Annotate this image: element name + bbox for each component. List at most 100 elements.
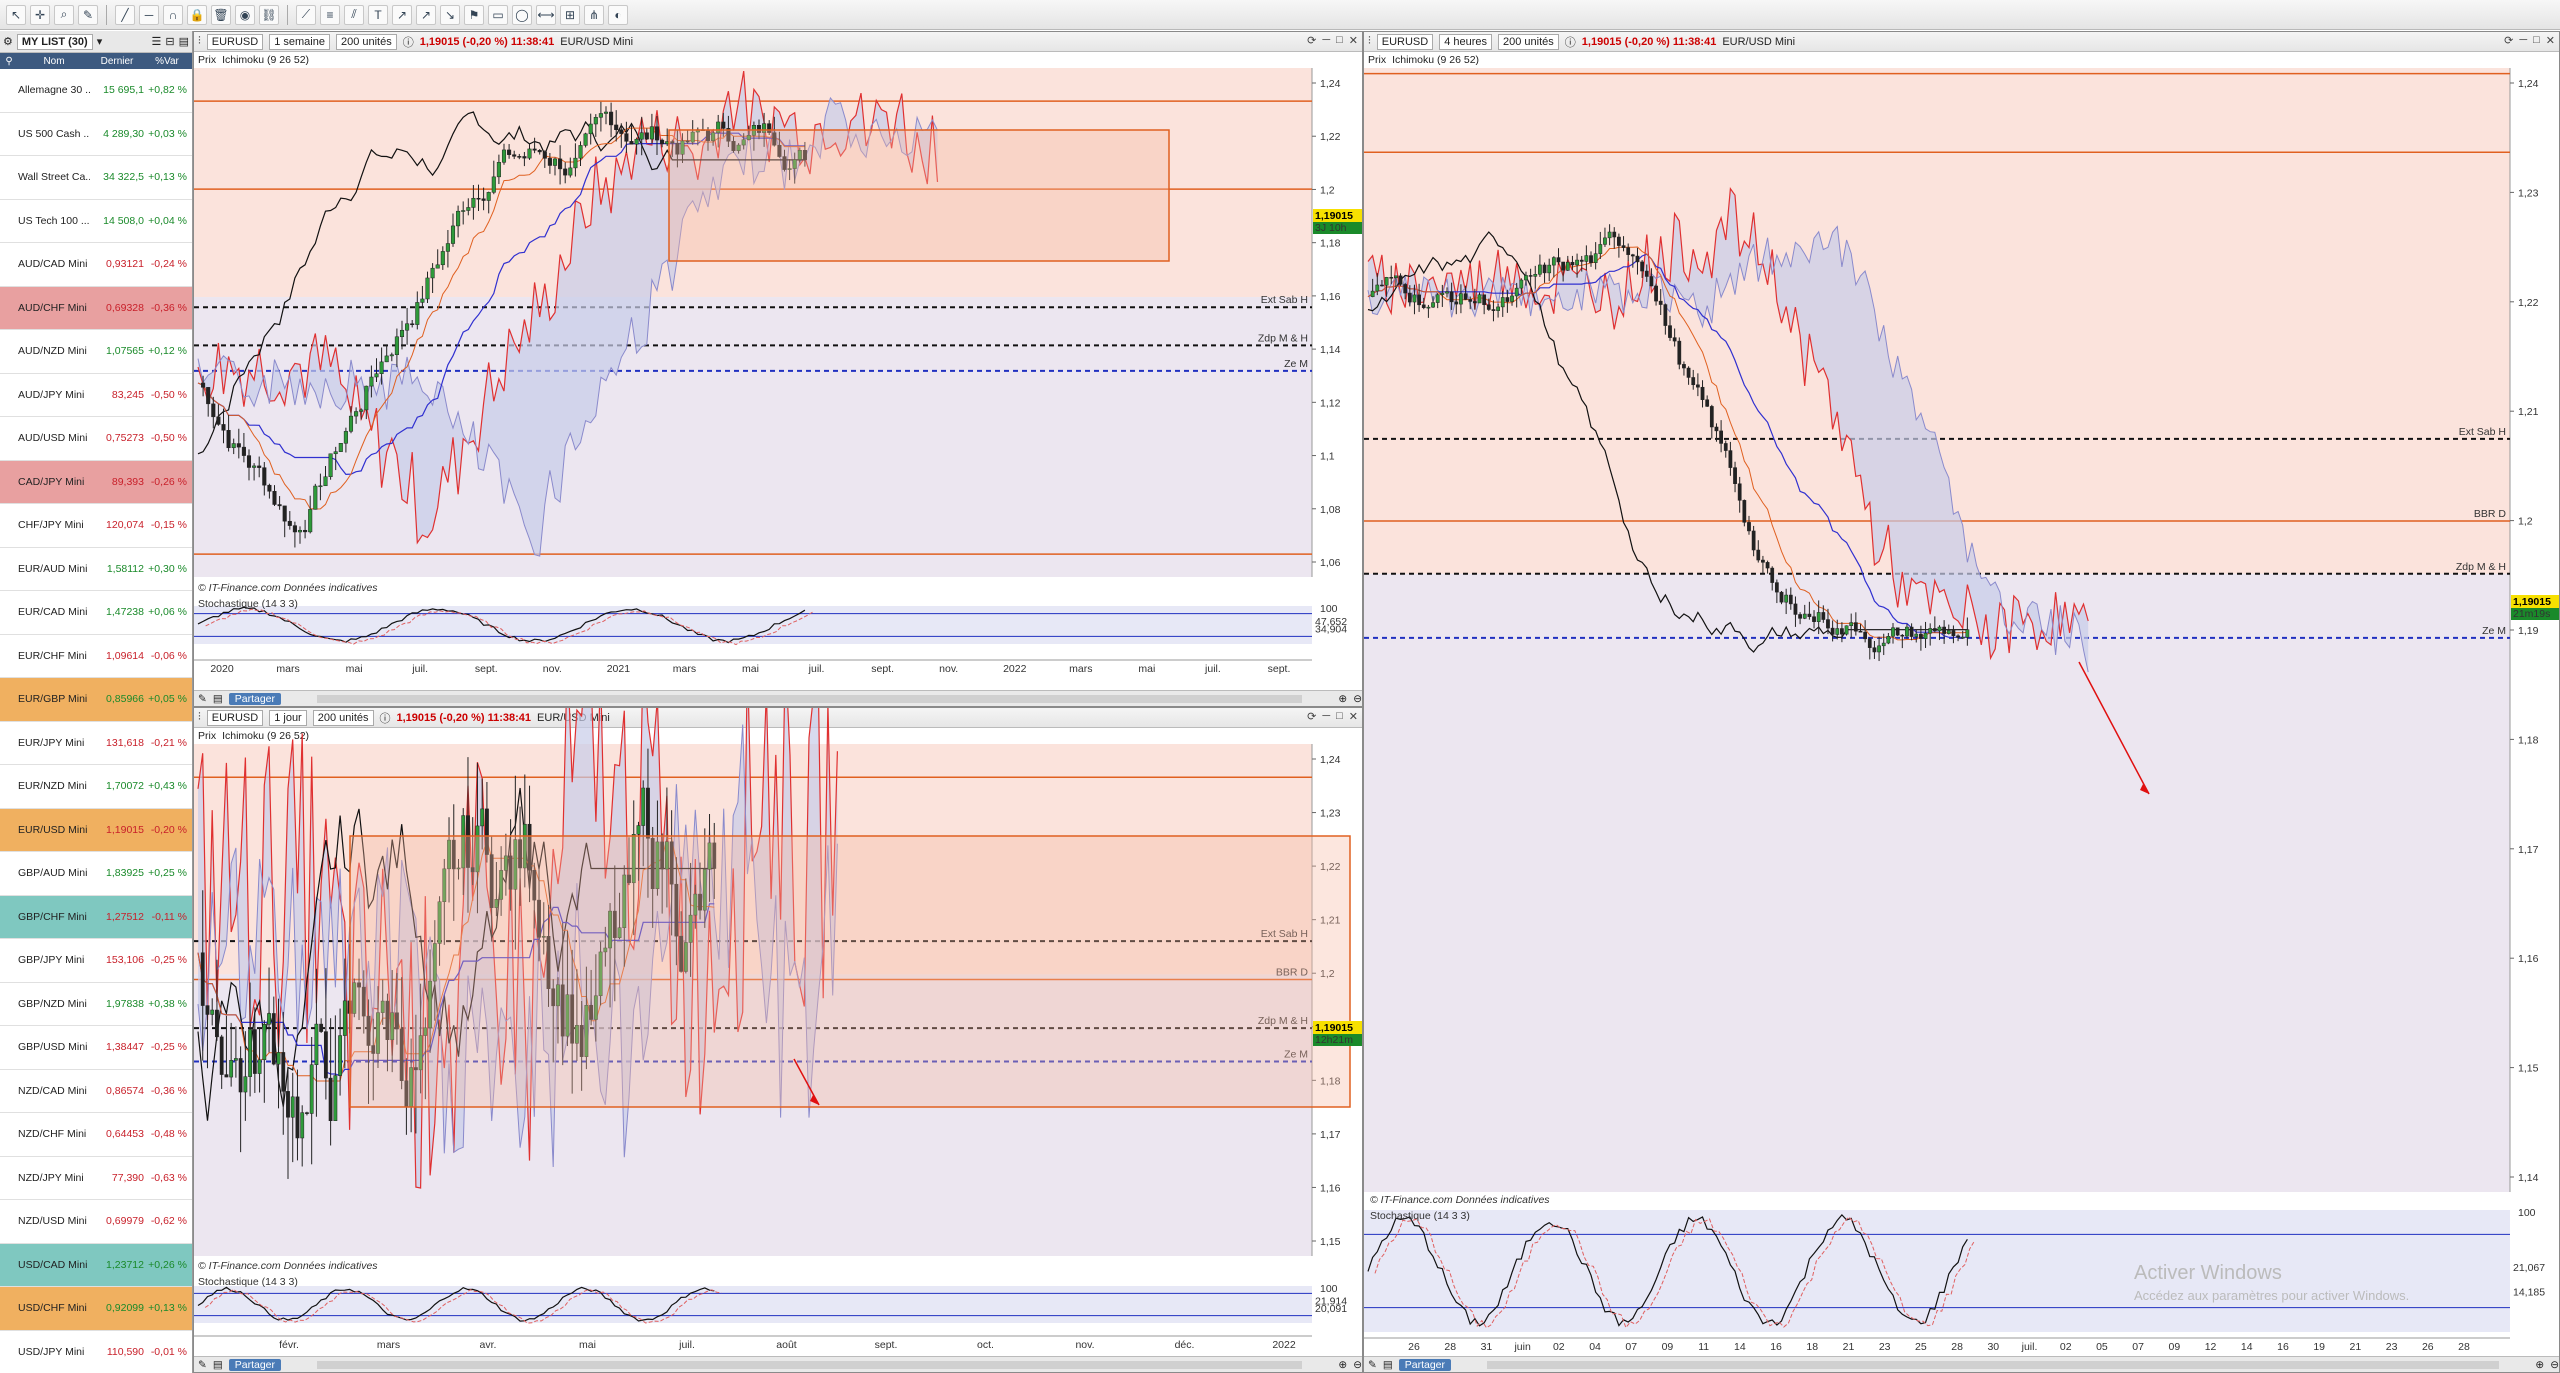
candle [1956, 635, 1960, 638]
watchlist-row[interactable]: AUD/USD Mini 0,75273 -0,50 % [0, 417, 192, 461]
watchlist-row[interactable]: EUR/NZD Mini 1,70072 +0,43 % [0, 765, 192, 809]
chart-pane-daily[interactable]: ⫶ EURUSD 1 jour 200 unités ⓘ 1,19015 (-0… [193, 707, 1363, 1373]
candle [262, 1024, 267, 1061]
x-tick-label: juil. [2021, 1341, 2038, 1353]
watchlist-row[interactable]: EUR/USD Mini 1,19015 -0,20 % [0, 808, 192, 852]
share-button[interactable]: Partager [228, 692, 282, 705]
measure-icon[interactable]: ⟷ [536, 4, 556, 25]
chevron-down-icon[interactable]: ▾ [97, 35, 103, 48]
watchlist-row[interactable]: GBP/NZD Mini 1,97838 +0,38 % [0, 983, 192, 1026]
candle [1617, 236, 1621, 246]
chart-pane-h4[interactable]: ⫶ EURUSD 4 heures 200 unités ⓘ 1,19015 (… [1363, 31, 2560, 1373]
watchlist-row[interactable]: GBP/USD Mini 1,38447 -0,25 % [0, 1026, 192, 1070]
watchlist-row[interactable]: AUD/CAD Mini 0,93121 -0,24 % [0, 243, 192, 287]
x-tick-label: 14 [2241, 1341, 2253, 1353]
symbol-name: CAD/JPY Mini [18, 475, 85, 488]
text-tool-icon[interactable]: T [368, 4, 388, 25]
zoom-out-icon[interactable]: ⊖ [1353, 693, 1362, 705]
magnet-icon[interactable]: ∩ [163, 4, 183, 25]
chain-icon[interactable]: ⛓ [259, 4, 279, 25]
hline-tool-icon[interactable]: ─ [139, 4, 159, 25]
eye-icon[interactable]: ◉ [235, 4, 255, 25]
delete-icon[interactable]: 🗑 [211, 4, 231, 25]
pencil-icon[interactable]: ✎ [78, 4, 98, 25]
candle [219, 1036, 224, 1075]
watchlist-row[interactable]: GBP/CHF Mini 1,27512 -0,11 % [0, 895, 192, 939]
change-percent: +0,30 % [148, 562, 187, 575]
zoom-icon[interactable]: ⌕ [54, 4, 74, 25]
pin-icon[interactable]: ⊟ [165, 35, 174, 48]
x-tick-label: juin [1513, 1341, 1531, 1353]
watchlist-row[interactable]: EUR/AUD Mini 1,58112 +0,30 % [0, 548, 192, 591]
pitchfork-icon[interactable]: ⋔ [584, 4, 604, 25]
scroll-track[interactable] [1487, 1360, 2500, 1369]
chart-icon[interactable]: ▤ [213, 1359, 223, 1371]
channel-icon[interactable]: ⫽ [344, 4, 364, 25]
col-var[interactable]: %Var [144, 56, 190, 67]
zoom-out-icon[interactable]: ⊖ [2550, 1359, 2559, 1371]
arrow-up-2-icon[interactable]: ↗ [416, 4, 436, 25]
share-button[interactable]: Partager [1398, 1358, 1452, 1371]
rectangle-icon[interactable]: ▭ [488, 4, 508, 25]
watchlist-row[interactable]: Allemagne 30 ... 15 695,1 +0,82 % [0, 69, 192, 113]
watchlist-row[interactable]: EUR/JPY Mini 131,618 -0,21 % [0, 722, 192, 765]
watchlist-row[interactable]: CAD/JPY Mini 89,393 -0,26 % [0, 460, 192, 504]
scroll-track[interactable] [317, 1360, 1303, 1369]
chart-pane-weekly[interactable]: ⫶ EURUSD 1 semaine 200 unités ⓘ 1,19015 … [193, 31, 1363, 707]
watchlist-row[interactable]: Wall Street Ca... 34 322,5 +0,13 % [0, 156, 192, 200]
draw-icon[interactable]: ✎ [198, 1359, 207, 1371]
ellipse-icon[interactable]: ◯ [512, 4, 532, 25]
watchlist-row[interactable]: USD/CHF Mini 0,92099 +0,13 % [0, 1287, 192, 1331]
draw-icon[interactable]: ✎ [198, 693, 207, 705]
menu-icon[interactable]: ☰ [152, 35, 162, 48]
crosshair-icon[interactable]: ✛ [30, 4, 50, 25]
col-name[interactable]: Nom [18, 56, 90, 67]
chart-icon[interactable]: ▤ [1383, 1359, 1393, 1371]
zoom-out-icon[interactable]: ⊖ [1353, 1359, 1362, 1371]
watchlist-row[interactable]: EUR/GBP Mini 0,85966 +0,05 % [0, 678, 192, 722]
candle [1524, 275, 1528, 281]
share-button[interactable]: Partager [228, 1358, 282, 1371]
cursor-icon[interactable]: ↖ [6, 4, 26, 25]
watchlist-row[interactable]: USD/CAD Mini 1,23712 +0,26 % [0, 1243, 192, 1287]
arrow-up-icon[interactable]: ↗ [392, 4, 412, 25]
flag-icon[interactable]: ⚑ [464, 4, 484, 25]
candle [1630, 254, 1635, 257]
settings-icon[interactable]: ⚙ [3, 35, 13, 48]
watchlist-row[interactable]: GBP/AUD Mini 1,83925 +0,25 % [0, 852, 192, 896]
watchlist-row[interactable]: AUD/CHF Mini 0,69328 -0,36 % [0, 286, 192, 330]
col-last[interactable]: Dernier [90, 56, 144, 67]
arrow-down-icon[interactable]: ↘ [440, 4, 460, 25]
candle [1486, 304, 1491, 310]
watchlist-row[interactable]: US Tech 100 ... 14 508,0 +0,04 % [0, 200, 192, 243]
watchlist-row[interactable]: EUR/CHF Mini 1,09614 -0,06 % [0, 635, 192, 678]
lock-icon[interactable]: 🔒 [187, 4, 207, 25]
palette-icon[interactable]: ◐ [608, 4, 628, 25]
trendline-icon[interactable]: ⟋ [296, 4, 316, 25]
watchlist-row[interactable]: EUR/CAD Mini 1,47238 +0,06 % [0, 591, 192, 635]
zoom-in-icon[interactable]: ⊕ [1338, 1359, 1347, 1371]
fibonacci-icon[interactable]: ≡ [320, 4, 340, 25]
zoom-in-icon[interactable]: ⊕ [1338, 693, 1347, 705]
watchlist-row[interactable]: NZD/CHF Mini 0,64453 -0,48 % [0, 1113, 192, 1157]
draw-icon[interactable]: ✎ [1368, 1359, 1377, 1371]
watchlist-row[interactable]: US 500 Cash ... 4 289,30 +0,03 % [0, 113, 192, 156]
watchlist-row[interactable]: AUD/JPY Mini 83,245 -0,50 % [0, 374, 192, 417]
zoom-in-icon[interactable]: ⊕ [2535, 1359, 2544, 1371]
change-percent: -0,50 % [150, 388, 187, 401]
scroll-track[interactable] [317, 694, 1303, 703]
watchlist-selector[interactable]: MY LIST (30) [16, 33, 93, 50]
watchlist-row[interactable]: CHF/JPY Mini 120,074 -0,15 % [0, 504, 192, 548]
watchlist-row[interactable]: NZD/CAD Mini 0,86574 -0,36 % [0, 1070, 192, 1113]
chart-icon[interactable]: ▤ [213, 693, 223, 705]
watchlist-row[interactable]: GBP/JPY Mini 153,106 -0,25 % [0, 939, 192, 983]
watchlist-row[interactable]: NZD/USD Mini 0,69979 -0,62 % [0, 1200, 192, 1244]
watchlist-row[interactable]: NZD/JPY Mini 77,390 -0,63 % [0, 1157, 192, 1200]
layout-icon[interactable]: ▤ [179, 35, 189, 48]
osc-tick: 100 [1320, 603, 1338, 615]
watchlist-row[interactable]: AUD/NZD Mini 1,07565 +0,12 % [0, 330, 192, 374]
gann-icon[interactable]: ⊞ [560, 4, 580, 25]
watchlist-row[interactable]: USD/JPY Mini 110,590 -0,01 % [0, 1331, 192, 1373]
filter-icon[interactable]: ⚲ [0, 56, 18, 67]
line-tool-icon[interactable]: ╱ [115, 4, 135, 25]
